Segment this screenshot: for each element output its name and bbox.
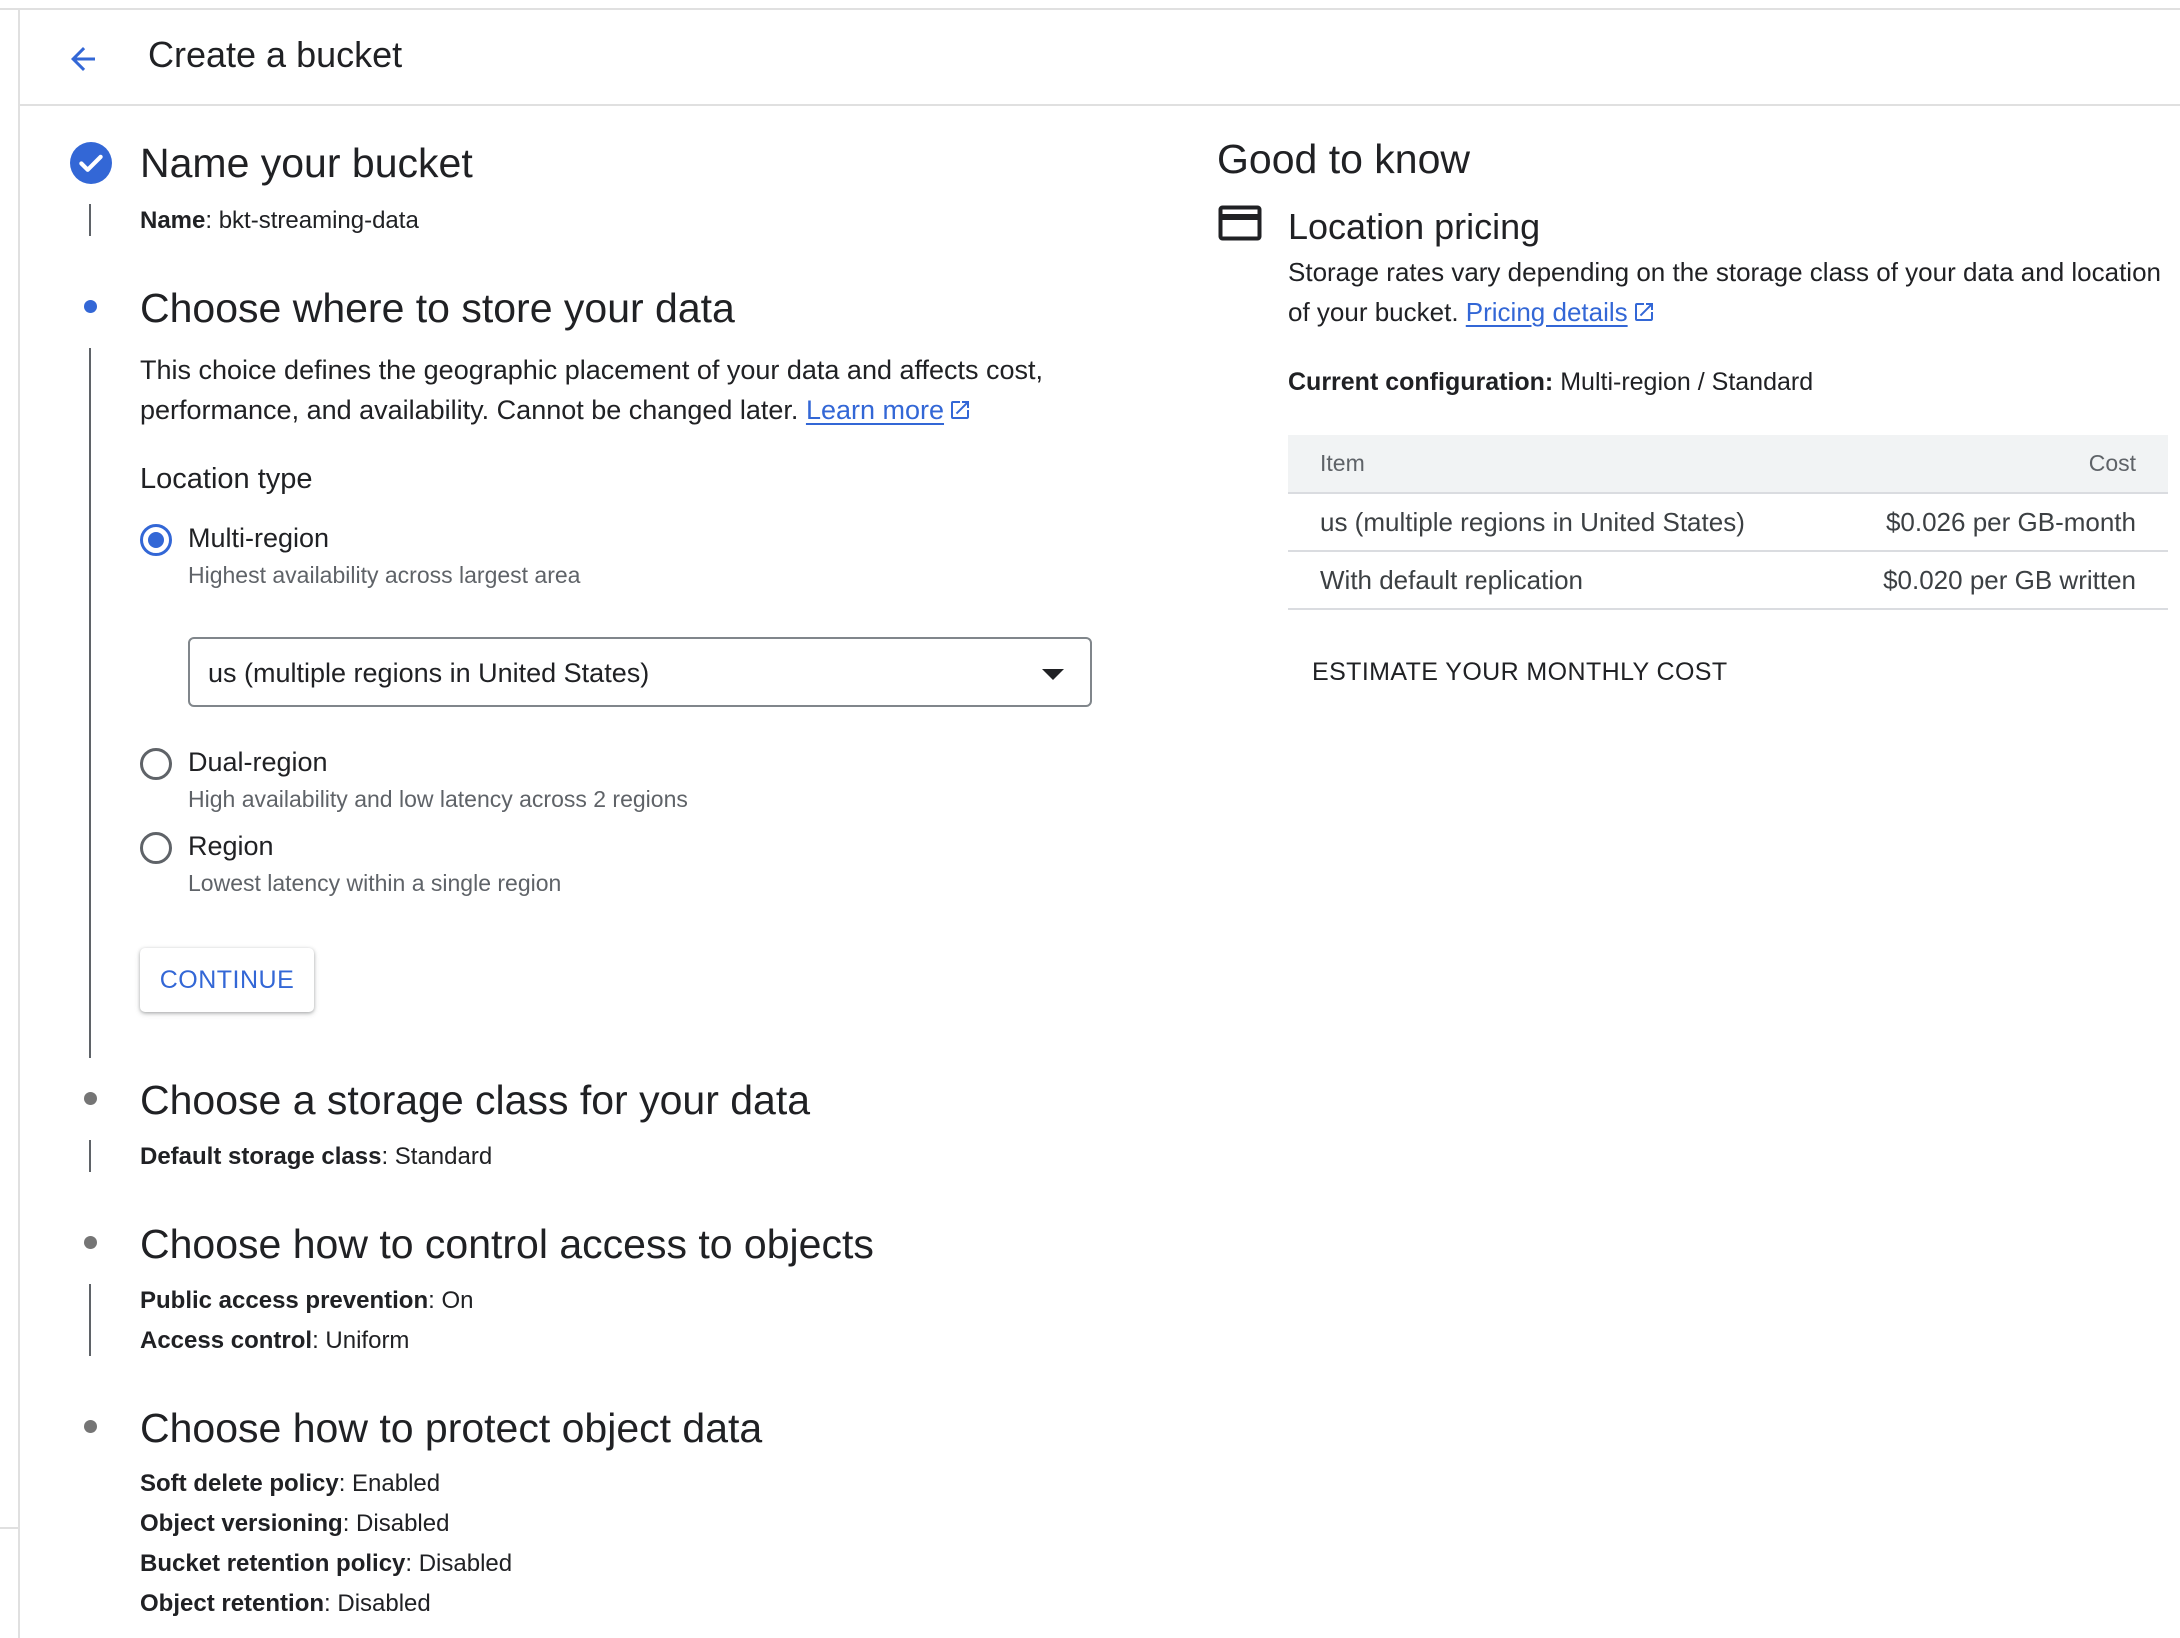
bucket-name-summary: Name: bkt-streaming-data	[140, 207, 419, 235]
continue-button[interactable]: CONTINUE	[140, 948, 314, 1012]
step-connector	[89, 204, 91, 236]
summary-label: Access control	[140, 1327, 313, 1354]
object-retention-summary: Object retention: Disabled	[140, 1590, 431, 1618]
step-connector	[89, 348, 91, 1058]
current-config-value: Multi-region / Standard	[1553, 368, 1814, 396]
summary-label: Default storage class	[140, 1143, 382, 1170]
page-header: Create a bucket	[20, 10, 2180, 106]
summary-label: Bucket retention policy	[140, 1550, 406, 1577]
table-row: us (multiple regions in United States) $…	[1288, 493, 2168, 552]
multi-region-label[interactable]: Multi-region	[188, 523, 329, 554]
table-cell-item: us (multiple regions in United States)	[1288, 493, 1822, 552]
public-access-summary: Public access prevention: On	[140, 1287, 473, 1315]
summary-value: : Disabled	[324, 1590, 431, 1617]
left-nav-stub	[0, 1527, 18, 1529]
step-active-dot	[84, 300, 97, 313]
soft-delete-summary: Soft delete policy: Enabled	[140, 1470, 440, 1498]
bucket-retention-summary: Bucket retention policy: Disabled	[140, 1550, 512, 1578]
pricing-details-label: Pricing details	[1465, 297, 1628, 327]
location-description: This choice defines the geographic place…	[140, 350, 1060, 430]
step-storage-class-title[interactable]: Choose a storage class for your data	[140, 1077, 810, 1124]
create-bucket-page: Create a bucket Name your bucket Name: b…	[0, 0, 2180, 1638]
table-header-row: Item Cost	[1288, 435, 2168, 494]
summary-value: : Disabled	[342, 1510, 450, 1537]
summary-value: : Standard	[381, 1143, 493, 1170]
summary-value: : bkt-streaming-data	[205, 207, 419, 234]
region-radio[interactable]	[140, 832, 172, 864]
pricing-table: Item Cost us (multiple regions in United…	[1288, 435, 2168, 610]
open-in-new-icon	[1634, 303, 1653, 321]
arrow-back-icon	[71, 47, 95, 71]
summary-label: Object retention	[140, 1590, 325, 1617]
back-button[interactable]	[56, 32, 110, 86]
location-type-label: Location type	[140, 463, 313, 495]
summary-label: Object versioning	[140, 1510, 343, 1537]
multi-region-description: Highest availability across largest area	[188, 562, 581, 588]
table-cell-item: With default replication	[1288, 551, 1822, 610]
open-in-new-icon	[951, 401, 970, 419]
summary-label: Name	[140, 207, 206, 234]
pricing-details-link[interactable]: Pricing details	[1466, 297, 1628, 327]
multi-region-radio[interactable]	[140, 524, 172, 556]
table-cell-cost: $0.026 per GB-month	[1821, 493, 2168, 552]
step-dot	[84, 1236, 97, 1249]
summary-value: : Uniform	[312, 1327, 410, 1354]
region-description: Lowest latency within a single region	[188, 870, 562, 896]
dropdown-arrow-icon	[1042, 669, 1064, 680]
step-protect-title[interactable]: Choose how to protect object data	[140, 1405, 762, 1452]
storage-class-summary: Default storage class: Standard	[140, 1143, 492, 1171]
estimate-monthly-cost-button[interactable]: ESTIMATE YOUR MONTHLY COST	[1298, 650, 1742, 695]
learn-more-link[interactable]: Learn more	[806, 395, 944, 425]
table-row: With default replication $0.020 per GB w…	[1288, 551, 2168, 610]
location-pricing-description: Storage rates vary depending on the stor…	[1288, 252, 2168, 332]
column-header-cost: Cost	[1821, 435, 2168, 494]
select-value: us (multiple regions in United States)	[208, 658, 650, 688]
summary-value: : Enabled	[338, 1470, 441, 1497]
summary-value: : On	[428, 1287, 474, 1314]
good-to-know-title: Good to know	[1217, 136, 1470, 182]
dual-region-description: High availability and low latency across…	[188, 786, 688, 812]
step-dot	[84, 1092, 97, 1105]
current-configuration: Current configuration: Multi-region / St…	[1288, 368, 1813, 397]
summary-label: Soft delete policy	[140, 1470, 339, 1497]
step-connector	[89, 1284, 91, 1356]
summary-value: : Disabled	[405, 1550, 513, 1577]
pricing-description-text: Storage rates vary depending on the stor…	[1288, 257, 2162, 327]
summary-label: Public access prevention	[140, 1287, 429, 1314]
multi-region-select[interactable]: us (multiple regions in United States)	[188, 637, 1092, 707]
current-config-label: Current configuration:	[1288, 368, 1554, 396]
check-circle-icon	[70, 142, 112, 184]
location-pricing-title: Location pricing	[1288, 206, 1541, 247]
left-divider	[18, 8, 20, 1638]
access-control-summary: Access control: Uniform	[140, 1327, 409, 1355]
step-name-title[interactable]: Name your bucket	[140, 140, 473, 187]
column-header-item: Item	[1288, 435, 1822, 494]
table-cell-cost: $0.020 per GB written	[1821, 551, 2168, 610]
object-versioning-summary: Object versioning: Disabled	[140, 1510, 449, 1538]
step-dot	[84, 1420, 97, 1433]
learn-more-label: Learn more	[805, 395, 945, 425]
page-title: Create a bucket	[148, 34, 403, 75]
step-location-title[interactable]: Choose where to store your data	[140, 285, 735, 332]
dual-region-radio[interactable]	[140, 748, 172, 780]
dual-region-label[interactable]: Dual-region	[188, 747, 328, 778]
credit-card-icon	[1218, 205, 1262, 241]
step-access-title[interactable]: Choose how to control access to objects	[140, 1221, 874, 1268]
step-connector	[89, 1140, 91, 1172]
region-label[interactable]: Region	[188, 831, 274, 862]
